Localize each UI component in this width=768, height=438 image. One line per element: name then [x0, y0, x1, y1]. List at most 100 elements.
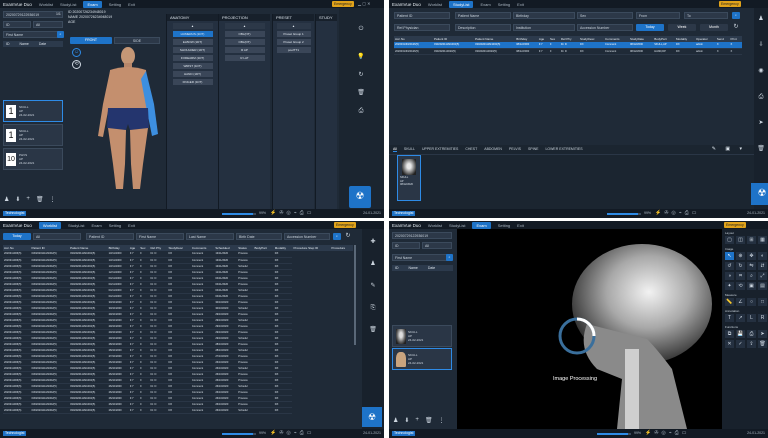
- import-icon[interactable]: ⇩: [757, 42, 765, 49]
- preset-up-button[interactable]: ▲: [276, 23, 311, 29]
- delete-icon[interactable]: 🗑: [369, 327, 377, 334]
- today-button[interactable]: Today: [3, 233, 31, 240]
- sex-select[interactable]: Sex: [577, 12, 633, 19]
- invert-icon[interactable]: ◑: [725, 272, 734, 280]
- marker-l-icon[interactable]: L: [747, 314, 756, 322]
- tab-studylist[interactable]: StudyList: [60, 2, 76, 7]
- flip-v-icon[interactable]: ⇵: [758, 262, 767, 270]
- gallery-tab[interactable]: ABDOMEN: [484, 147, 502, 152]
- study-thumbnail[interactable]: 10 PHVS AP 24-02-2021: [3, 148, 63, 170]
- radiation-icon[interactable]: ☢: [362, 407, 382, 427]
- search-button[interactable]: ⌕: [732, 12, 740, 19]
- tab-exam[interactable]: Exam: [91, 223, 101, 228]
- print-icon[interactable]: ⎙: [747, 330, 756, 338]
- sharpen-icon[interactable]: ✦: [725, 282, 734, 290]
- window-controls[interactable]: ▁ ▢ ✕: [358, 1, 370, 6]
- technologist-button[interactable]: Technologist: [392, 431, 416, 436]
- bulb-icon[interactable]: 💡: [357, 54, 365, 61]
- fit-icon[interactable]: ⤢: [758, 272, 767, 280]
- tab-setting[interactable]: Setting: [109, 2, 121, 7]
- first-name-input[interactable]: First Name: [392, 254, 447, 261]
- anatomy-item-humerus[interactable]: HUMERUS (1DT): [172, 31, 213, 37]
- preset-item[interactable]: poolTT1: [276, 47, 311, 53]
- gallery-tab[interactable]: SKULL: [404, 147, 415, 152]
- refresh-icon[interactable]: ↻: [357, 72, 365, 79]
- text-icon[interactable]: T: [725, 314, 734, 322]
- layout-4-icon[interactable]: ⊞: [747, 236, 756, 244]
- delete-icon[interactable]: 🗑: [36, 196, 44, 203]
- reject-icon[interactable]: ✕: [725, 340, 734, 348]
- tab-setting[interactable]: Setting: [498, 223, 510, 228]
- anatomy-item-forearm[interactable]: FOREARM (1DT): [172, 55, 213, 61]
- technologist-button[interactable]: Technologist: [3, 211, 27, 216]
- table-row[interactable]: 20200313N20126(5) 0302020113020(5) 0302020…: [394, 48, 742, 55]
- body-toggle-icon[interactable]: ☺: [72, 48, 81, 57]
- date-range-select[interactable]: All: [33, 233, 81, 240]
- anatomy-up-button[interactable]: ▲: [172, 23, 213, 29]
- technologist-button[interactable]: Technologist: [392, 211, 416, 216]
- send-icon[interactable]: ➤: [757, 120, 765, 127]
- print-icon[interactable]: ⎙: [357, 108, 365, 115]
- tab-exit[interactable]: Exit: [128, 2, 135, 7]
- user-icon[interactable]: ♟: [393, 417, 398, 424]
- radiation-icon[interactable]: ☢: [751, 183, 768, 205]
- search-button[interactable]: ⌕: [57, 31, 64, 38]
- tab-worklist[interactable]: Worklist: [38, 221, 62, 229]
- anatomy-item-hand[interactable]: HAND (1DT): [172, 71, 213, 77]
- delete-icon[interactable]: 🗑: [425, 417, 433, 424]
- user-icon[interactable]: ♟: [4, 196, 9, 203]
- anatomy-item-elbow[interactable]: ELBOW (1DT): [172, 39, 213, 45]
- add-icon[interactable]: +: [26, 196, 30, 203]
- tab-exit[interactable]: Exit: [517, 2, 524, 7]
- reset-icon[interactable]: ⟲: [736, 282, 745, 290]
- anatomy-item-wrist[interactable]: WRIST (1DT): [172, 63, 213, 69]
- layout-1-icon[interactable]: ▢: [725, 236, 734, 244]
- from-date-input[interactable]: From: [636, 12, 680, 19]
- refresh-icon[interactable]: ↻: [344, 233, 352, 240]
- projection-item[interactable]: OBL(DT): [224, 39, 265, 45]
- first-name-input[interactable]: First Name: [136, 233, 184, 240]
- tab-worklist[interactable]: Worklist: [428, 2, 442, 7]
- emergency-button[interactable]: Emergency: [719, 1, 741, 7]
- tab-studylist[interactable]: StudyList: [449, 223, 465, 228]
- tab-exam[interactable]: Exam: [83, 0, 102, 8]
- rotate-left-icon[interactable]: ↺: [725, 262, 734, 270]
- birthday-select[interactable]: Birthday: [513, 12, 575, 19]
- search-button[interactable]: ⌕: [446, 254, 453, 261]
- refresh-icon[interactable]: ↻: [732, 24, 740, 31]
- body-model[interactable]: [88, 44, 168, 194]
- gallery-tab[interactable]: SPINE: [528, 147, 539, 152]
- radiation-icon[interactable]: ☢: [349, 186, 371, 208]
- rotate-right-icon[interactable]: ↻: [736, 262, 745, 270]
- tab-exit[interactable]: Exit: [128, 223, 135, 228]
- projection-up-button[interactable]: ▲: [224, 23, 265, 29]
- export-icon[interactable]: ⇪: [747, 340, 756, 348]
- emergency-button[interactable]: Emergency: [332, 1, 354, 7]
- preset-item[interactable]: Preset Group 1: [276, 31, 311, 37]
- ellipse-icon[interactable]: ○: [747, 298, 756, 306]
- institution-input[interactable]: Institution: [513, 24, 575, 31]
- copy-icon[interactable]: ⎘: [369, 305, 377, 312]
- stitch-icon[interactable]: ⧉: [725, 330, 734, 338]
- table-scrollbar[interactable]: [354, 245, 356, 345]
- accession-input[interactable]: Accession Number: [577, 24, 633, 31]
- user-icon[interactable]: ♟: [757, 16, 765, 23]
- tab-worklist[interactable]: Worklist: [428, 223, 442, 228]
- study-thumbnail[interactable]: SKULL AP 24-02-2021: [392, 325, 452, 347]
- preset-item[interactable]: Preset Group 2: [276, 39, 311, 45]
- layout-grid-icon[interactable]: ▦: [758, 236, 767, 244]
- edit-icon[interactable]: ✎: [369, 283, 377, 290]
- tab-exit[interactable]: Exit: [517, 223, 524, 228]
- rectangle-icon[interactable]: □: [758, 298, 767, 306]
- delete-icon[interactable]: 🗑: [757, 146, 765, 153]
- tab-setting[interactable]: Setting: [109, 223, 121, 228]
- angle-icon[interactable]: ∠: [736, 298, 745, 306]
- menu-icon[interactable]: ⋮: [439, 417, 445, 424]
- mask-icon[interactable]: ▣: [747, 282, 756, 290]
- tab-studylist[interactable]: StudyList: [68, 223, 84, 228]
- gallery-tab[interactable]: PELVIS: [509, 147, 521, 152]
- burn-icon[interactable]: ◉: [757, 68, 765, 75]
- view-front-button[interactable]: FRONT: [70, 37, 112, 44]
- first-name-input[interactable]: First Name: [3, 31, 58, 38]
- study-thumbnail[interactable]: 1 SKULL AP 24-02-2021: [3, 124, 63, 146]
